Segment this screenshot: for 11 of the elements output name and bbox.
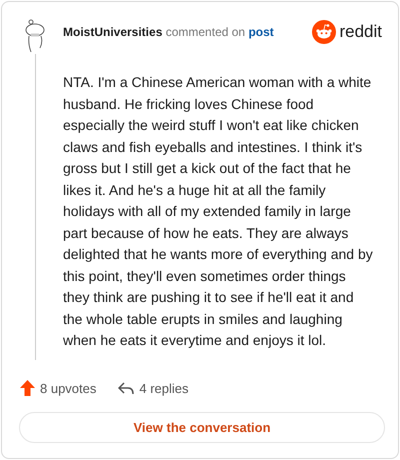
reddit-logo-icon	[312, 20, 336, 44]
comment-body: NTA. I'm a Chinese American woman with a white husband. He fricking loves Chinese food especially the weird stuff I won't eat like chicken claws and fish eyeballs and intestines. I think it's gross but I still get a kick out of the fact that he likes it. And he's a huge hit at all the family holidays with all of my extended family in large part because of how he eats. They are always delighted that he wants more of everything and by this point, they'll even sometimes order things they think are pushing it to see if he'll eat it and the whole table erupts in smiles and laughing when he eats it everytime and enjoys it lol.	[63, 73, 374, 350]
upvote-count: 8 upvotes	[40, 380, 96, 396]
reddit-wordmark: reddit	[339, 22, 382, 42]
view-conversation-button[interactable]: View the conversation	[19, 412, 385, 443]
upvote-arrow-icon	[20, 380, 35, 396]
author-name[interactable]: MoistUniversities	[63, 25, 162, 39]
reply-count: 4 replies	[139, 380, 189, 396]
action-text: commented on	[166, 25, 246, 39]
reply-arrow-icon	[118, 382, 134, 394]
post-link[interactable]: post	[248, 25, 274, 39]
